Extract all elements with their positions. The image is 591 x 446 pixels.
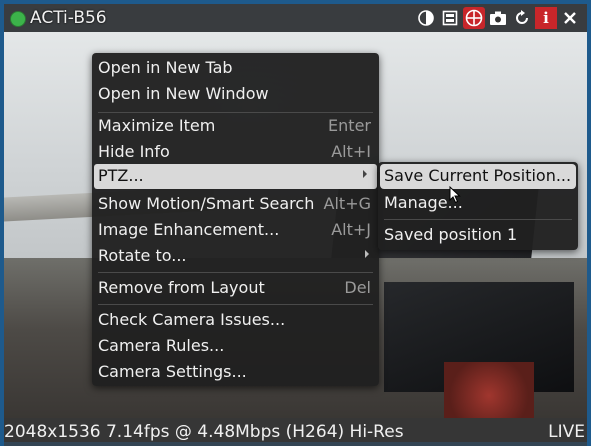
stream-info: 2048x1536 7.14fps @ 4.48Mbps (H264) Hi-R… <box>4 422 404 442</box>
menu-item-motion-search[interactable]: Show Motion/Smart Search Alt+G <box>92 192 379 217</box>
menu-item-hide-info[interactable]: Hide Info Alt+I <box>92 140 379 165</box>
menu-item-label: Open in New Window <box>98 84 269 103</box>
menu-item-shortcut: Alt+G <box>323 194 371 213</box>
menu-item-shortcut: Del <box>344 278 371 297</box>
info-icon[interactable]: i <box>535 7 557 29</box>
menu-item-check-camera-issues[interactable]: Check Camera Issues... <box>92 308 379 333</box>
menu-item-label: Rotate to... <box>98 246 187 265</box>
contrast-icon[interactable] <box>415 7 437 29</box>
ptz-submenu: Save Current Position... Manage... Saved… <box>378 162 578 250</box>
menu-item-remove-from-layout[interactable]: Remove from Layout Del <box>92 276 379 301</box>
menu-item-manage[interactable]: Manage... <box>378 191 578 216</box>
menu-item-label: Show Motion/Smart Search <box>98 194 315 213</box>
submenu-arrow-icon <box>363 170 367 178</box>
mouse-cursor-icon <box>449 186 461 204</box>
menu-item-label: Hide Info <box>98 142 170 161</box>
camera-toolbar: i <box>415 7 581 29</box>
menu-item-label: Open in New Tab <box>98 58 233 77</box>
menu-item-maximize[interactable]: Maximize Item Enter <box>92 114 379 139</box>
menu-separator <box>98 272 373 273</box>
menu-item-image-enhancement[interactable]: Image Enhancement... Alt+J <box>92 218 379 243</box>
menu-item-open-new-tab[interactable]: Open in New Tab <box>92 56 379 81</box>
menu-item-camera-rules[interactable]: Camera Rules... <box>92 334 379 359</box>
camera-status-bar: 2048x1536 7.14fps @ 4.48Mbps (H264) Hi-R… <box>4 418 587 446</box>
menu-item-label: Camera Settings... <box>98 362 247 381</box>
menu-item-shortcut: Enter <box>328 116 371 135</box>
menu-separator <box>98 304 373 305</box>
screenshot-icon[interactable] <box>487 7 509 29</box>
video-red-object <box>444 362 534 418</box>
recording-status-indicator <box>10 11 26 27</box>
context-menu: Open in New Tab Open in New Window Maxim… <box>92 53 379 386</box>
menu-item-label: Saved position 1 <box>384 225 518 244</box>
menu-separator <box>384 219 572 220</box>
menu-item-label: PTZ... <box>98 166 144 185</box>
menu-item-shortcut: Alt+I <box>331 142 371 161</box>
submenu-arrow-icon <box>365 250 369 258</box>
menu-item-label: Image Enhancement... <box>98 220 280 239</box>
menu-item-saved-position-1[interactable]: Saved position 1 <box>378 223 578 248</box>
camera-name: ACTi-B56 <box>30 8 107 28</box>
layout-icon[interactable] <box>439 7 461 29</box>
camera-title-bar: ACTi-B56 i <box>4 4 587 32</box>
menu-item-shortcut: Alt+J <box>331 220 371 239</box>
live-indicator: LIVE <box>548 422 585 442</box>
close-icon[interactable] <box>559 7 581 29</box>
menu-item-label: Save Current Position... <box>384 166 572 185</box>
menu-item-label: Check Camera Issues... <box>98 310 286 329</box>
rotate-icon[interactable] <box>511 7 533 29</box>
menu-item-save-current-position[interactable]: Save Current Position... <box>380 164 576 189</box>
menu-item-ptz[interactable]: PTZ... <box>94 164 377 189</box>
menu-item-label: Camera Rules... <box>98 336 225 355</box>
ptz-target-icon[interactable] <box>463 7 485 29</box>
menu-item-camera-settings[interactable]: Camera Settings... <box>92 360 379 385</box>
menu-item-label: Maximize Item <box>98 116 216 135</box>
menu-item-rotate-to[interactable]: Rotate to... <box>92 244 379 269</box>
menu-item-open-new-window[interactable]: Open in New Window <box>92 82 379 107</box>
menu-separator <box>98 112 373 113</box>
menu-item-label: Remove from Layout <box>98 278 265 297</box>
